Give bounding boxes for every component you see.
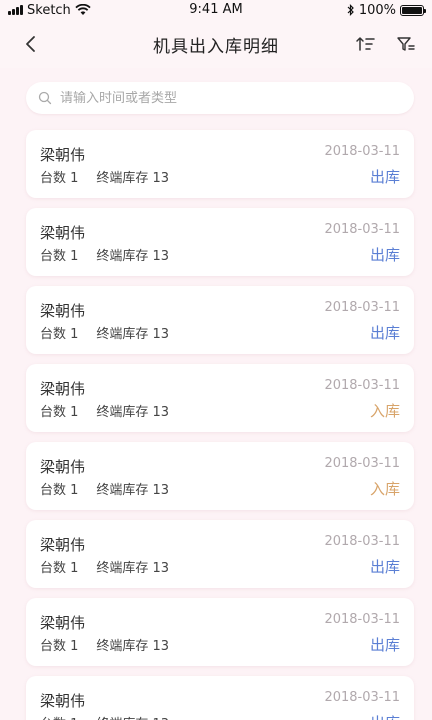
record-type: 入库 xyxy=(369,480,400,498)
record-name: 梁朝伟 xyxy=(40,614,86,632)
record-date: 2018-03-11 xyxy=(324,144,400,159)
record-meta: 台数 1 终端库存 13 xyxy=(40,401,169,420)
record-stock: 终端库存 13 xyxy=(96,639,170,654)
record-type: 出库 xyxy=(369,246,400,264)
page-title: 机具出入库明细 xyxy=(153,36,279,57)
wifi-icon xyxy=(75,4,91,15)
record-name: 梁朝伟 xyxy=(40,146,86,164)
record-meta: 台数 1 终端库存 13 xyxy=(40,557,169,576)
record-name: 梁朝伟 xyxy=(40,458,86,476)
record-date: 2018-03-11 xyxy=(324,690,400,705)
record-count: 台数 1 xyxy=(40,171,79,186)
record-card[interactable]: 梁朝伟台数 1 终端库存 13 2018-03-11 出库 xyxy=(26,130,414,198)
filter-icon[interactable] xyxy=(394,32,418,56)
signal-icon xyxy=(8,5,23,15)
record-count: 台数 1 xyxy=(40,561,79,576)
record-meta: 台数 1 终端库存 13 xyxy=(40,479,169,498)
record-date: 2018-03-11 xyxy=(324,456,400,471)
record-date: 2018-03-11 xyxy=(324,534,400,549)
status-left: Sketch xyxy=(8,3,91,18)
record-name: 梁朝伟 xyxy=(40,224,86,242)
record-date: 2018-03-11 xyxy=(324,612,400,627)
record-count: 台数 1 xyxy=(40,405,79,420)
nav-bar: 机具出入库明细 xyxy=(0,20,432,68)
record-count: 台数 1 xyxy=(40,639,79,654)
search-input[interactable] xyxy=(60,90,380,106)
record-list: 梁朝伟 台数 1 终端库存 13 2018-03-11 出库 梁朝伟 台数 1 终端库存 13… xyxy=(26,130,414,720)
record-meta: 台数 1 终端库存 13 xyxy=(40,167,169,186)
record-type: 出库 xyxy=(369,168,400,186)
record-date: 2018-03-11 xyxy=(324,378,400,393)
status-bar: Sketch 9:41 AM 100% xyxy=(0,0,432,20)
record-count: 台数 1 xyxy=(40,327,79,342)
record-stock: 终端库存 13 xyxy=(96,327,170,342)
chevron-left-icon xyxy=(26,36,35,52)
record-card[interactable]: 梁朝伟台数 1 终端库存 13 2018-03-11 入库 xyxy=(26,442,414,510)
record-type: 出库 xyxy=(369,636,400,654)
record-card[interactable]: 梁朝伟台数 1 终端库存 13 2018-03-11 出库 xyxy=(26,286,414,354)
record-card[interactable]: 梁朝伟台数 1 终端库存 13 2018-03-11 入库 xyxy=(26,364,414,432)
record-count: 台数 1 xyxy=(40,249,79,264)
record-date: 2018-03-11 xyxy=(324,300,400,315)
record-card[interactable]: 梁朝伟台数 1 终端库存 13 2018-03-11 出库 xyxy=(26,520,414,588)
record-type: 出库 xyxy=(369,558,400,576)
search-bar[interactable] xyxy=(26,82,414,114)
carrier-label: Sketch xyxy=(27,2,71,18)
record-count: 台数 1 xyxy=(40,483,79,498)
record-stock: 终端库存 13 xyxy=(96,483,170,498)
record-meta: 台数 1 终端库存 13 xyxy=(40,245,169,264)
record-meta: 台数 1终端库存 13 xyxy=(40,713,169,720)
record-meta: 台数 1 终端库存 13 xyxy=(40,635,169,654)
battery-label: 100% xyxy=(358,2,396,18)
battery-icon xyxy=(400,4,426,16)
record-meta: 台数 1 终端库存 13 xyxy=(40,323,169,342)
record-type: 出库 xyxy=(370,712,400,720)
sort-icon[interactable] xyxy=(354,32,378,56)
record-name: 梁朝伟 xyxy=(40,536,86,554)
record-name: 梁朝伟 xyxy=(40,302,86,320)
record-stock: 终端库存 13 xyxy=(96,249,170,264)
record-name: 梁朝伟 xyxy=(40,692,86,710)
record-stock: 终端库存 13 xyxy=(96,405,170,420)
record-card[interactable]: 梁朝伟台数 1 终端库存 13 2018-03-11 出库 xyxy=(26,598,414,666)
record-stock: 终端库存 13 xyxy=(96,561,170,576)
record-type: 出库 xyxy=(369,324,400,342)
record-date: 2018-03-11 xyxy=(324,222,400,237)
status-right: 100% xyxy=(347,2,426,18)
bluetooth-icon xyxy=(347,4,354,16)
record-type: 入库 xyxy=(369,402,400,420)
record-stock: 终端库存 13 xyxy=(96,171,170,186)
record-card[interactable]: 梁朝伟台数 1终端库存 13 2018-03-11 出库 xyxy=(26,676,414,720)
record-card[interactable]: 梁朝伟台数 1 终端库存 13 2018-03-11 出库 xyxy=(26,208,414,276)
search-icon xyxy=(38,91,52,105)
back-button[interactable] xyxy=(16,30,44,58)
record-name: 梁朝伟 xyxy=(40,380,86,398)
